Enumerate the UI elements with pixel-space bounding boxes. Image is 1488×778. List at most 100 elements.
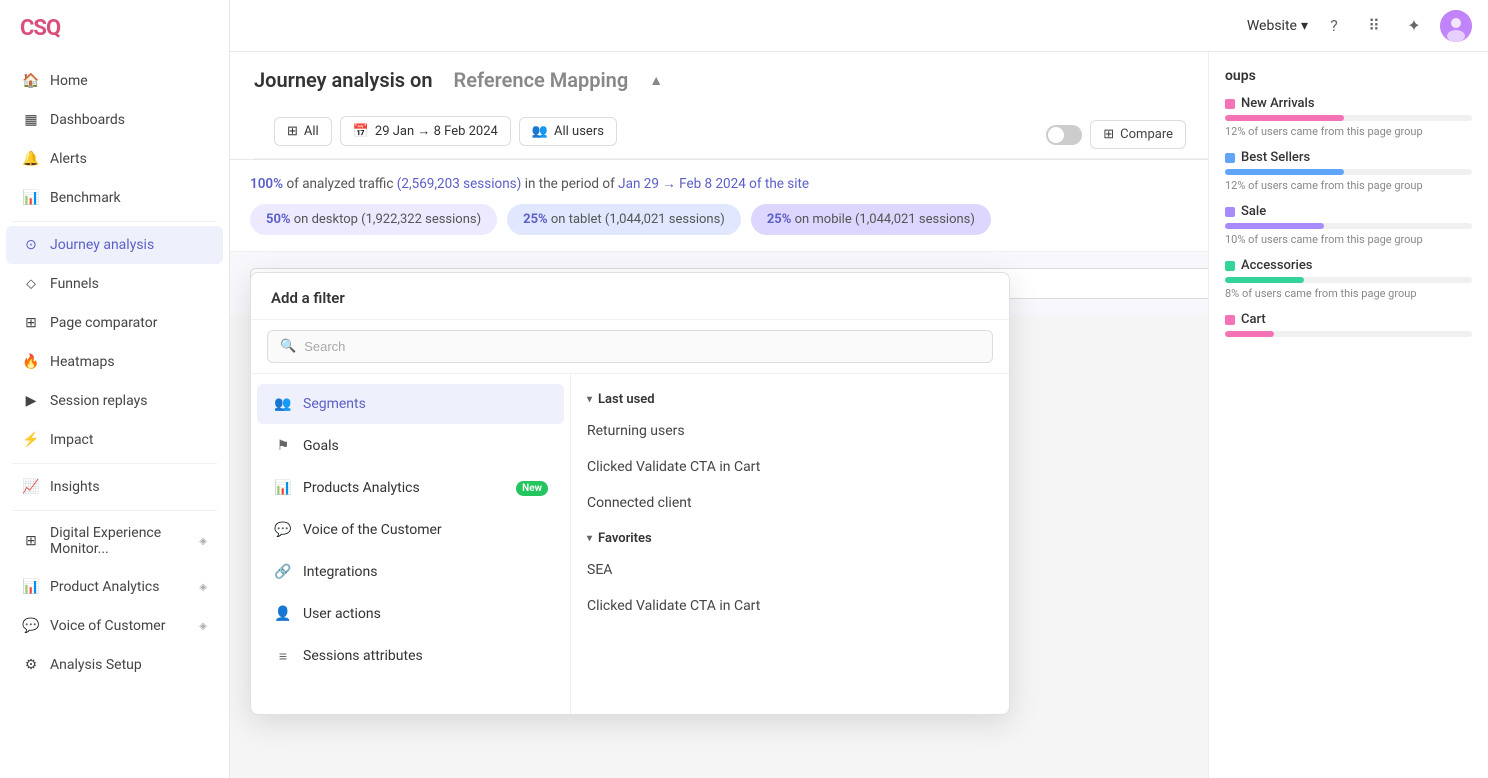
stats-period: in the period of [525,176,615,192]
all-filter-label: All [304,124,319,139]
group-bar-wrap-sale [1225,223,1472,229]
dropdown-options: ▾Last usedReturning usersClicked Validat… [571,374,1009,714]
toggle-dot [1048,127,1064,143]
search-icon: 🔍 [280,339,296,354]
nav-label-heatmaps: Heatmaps [50,354,207,370]
nav-icon-journey-analysis: ⊙ [22,236,40,254]
sidebar-item-dashboards[interactable]: ▦ Dashboards [6,101,223,139]
page-title-text: Journey analysis on [254,68,433,92]
section-chevron-last-used: ▾ [587,394,592,405]
date-filter-label: 29 Jan → 8 Feb 2024 [375,123,498,139]
date-filter-chip[interactable]: 📅 29 Jan → 8 Feb 2024 [340,116,511,146]
sidebar-item-funnels[interactable]: ⬦ Funnels [6,265,223,303]
nav-icon-digital-experience: ⊞ [22,532,40,550]
nav-label-digital-experience: Digital Experience Monitor... [50,525,189,557]
nav-label-insights: Insights [50,479,207,495]
sidebar-item-analysis-setup[interactable]: ⚙ Analysis Setup [6,646,223,684]
device-label-mobile: on mobile (1,044,021 sessions) [795,212,975,227]
users-filter-label: All users [554,124,604,139]
right-panel: oups New Arrivals 12% of users came from… [1208,52,1488,778]
nav-badge-digital-experience: ◈ [199,536,207,547]
sidebar-item-heatmaps[interactable]: 🔥 Heatmaps [6,343,223,381]
page-group-name-cart: Cart [1225,312,1472,327]
sidebar-item-impact[interactable]: ⚡ Impact [6,421,223,459]
group-bar-wrap-best-sellers [1225,169,1472,175]
users-icon: 👥 [532,124,548,139]
sidebar-item-product-analytics[interactable]: 📊 Product Analytics ◈ [6,568,223,606]
filter-option-last-used-1[interactable]: Clicked Validate CTA in Cart [571,449,1009,485]
sidebar-item-insights[interactable]: 📈 Insights [6,468,223,506]
cat-badge-products-analytics: New [516,481,548,496]
cat-label-voice-customer: Voice of the Customer [303,522,548,538]
sidebar-item-session-replays[interactable]: ▶ Session replays [6,382,223,420]
cat-label-integrations: Integrations [303,564,548,580]
filter-category-segments[interactable]: 👥 Segments [257,384,564,424]
filter-category-integrations[interactable]: 🔗 Integrations [257,552,564,592]
filter-option-favorites-1[interactable]: Clicked Validate CTA in Cart [571,588,1009,624]
filter-category-goals[interactable]: ⚑ Goals [257,426,564,466]
filter-category-user-actions[interactable]: 👤 User actions [257,594,564,634]
sidebar-item-digital-experience[interactable]: ⊞ Digital Experience Monitor... ◈ [6,515,223,567]
section-header-last-used[interactable]: ▾Last used [571,382,1009,413]
nav-icon-benchmark: 📊 [22,189,40,207]
search-input-wrap: 🔍 [267,330,993,363]
group-color-best-sellers [1225,153,1235,163]
cat-icon-segments: 👥 [273,394,293,414]
cat-icon-sessions-attributes: ≡ [273,646,293,666]
group-color-new-arrivals [1225,99,1235,109]
cat-label-products-analytics: Products Analytics [303,480,506,496]
all-filter-icon: ⊞ [287,124,298,139]
nav-label-page-comparator: Page comparator [50,315,207,331]
filter-option-favorites-0[interactable]: SEA [571,552,1009,588]
nav-icon-home: 🏠 [22,72,40,90]
nav-icon-voice-of-customer: 💬 [22,617,40,635]
nav-icon-product-analytics: 📊 [22,578,40,596]
traffic-pct: 100% [250,176,283,192]
sidebar-item-benchmark[interactable]: 📊 Benchmark [6,179,223,217]
group-bar-wrap-accessories [1225,277,1472,283]
section-header-favorites[interactable]: ▾Favorites [571,521,1009,552]
nav-label-analysis-setup: Analysis Setup [50,657,207,673]
filter-category-voice-customer[interactable]: 💬 Voice of the Customer [257,510,564,550]
dropdown-categories: 👥 Segments ⚑ Goals 📊 Products Analytics … [251,374,571,714]
filter-option-last-used-0[interactable]: Returning users [571,413,1009,449]
search-input[interactable] [304,339,980,354]
cat-icon-products-analytics: 📊 [273,478,293,498]
nav-icon-dashboards: ▦ [22,111,40,129]
compare-button[interactable]: ⊞ Compare [1090,120,1186,149]
compare-label: Compare [1120,127,1173,142]
sidebar-item-alerts[interactable]: 🔔 Alerts [6,140,223,178]
nav-icon-alerts: 🔔 [22,150,40,168]
users-filter-chip[interactable]: 👥 All users [519,117,617,146]
sidebar-item-home[interactable]: 🏠 Home [6,62,223,100]
filter-dropdown: Add a filter 🔍 👥 Segments ⚑ Goals 📊 Prod… [250,272,1010,715]
nav-label-session-replays: Session replays [50,393,207,409]
stats-desc: of analyzed traffic [286,176,393,192]
group-sub-best-sellers: 12% of users came from this page group [1225,179,1472,192]
page-title-arrow: ▲ [649,72,663,89]
cat-icon-voice-customer: 💬 [273,520,293,540]
filter-category-products-analytics[interactable]: 📊 Products Analytics New [257,468,564,508]
cat-label-segments: Segments [303,396,548,412]
logo: CSQ [20,16,60,41]
filter-option-last-used-2[interactable]: Connected client [571,485,1009,521]
nav-label-alerts: Alerts [50,151,207,167]
all-filter-chip[interactable]: ⊞ All [274,117,332,146]
dropdown-title: Add a filter [251,273,1009,320]
page-group-name-accessories: Accessories [1225,258,1472,273]
compare-toggle[interactable] [1046,125,1082,145]
compare-icon: ⊞ [1103,127,1114,142]
nav-sep-impact [12,463,217,464]
group-color-sale [1225,207,1235,217]
group-sub-accessories: 8% of users came from this page group [1225,287,1472,300]
nav-sep-benchmark [12,221,217,222]
group-sub-new-arrivals: 12% of users came from this page group [1225,125,1472,138]
sidebar-item-page-comparator[interactable]: ⊞ Page comparator [6,304,223,342]
sidebar: CSQ 🏠 Home ▦ Dashboards 🔔 Alerts 📊 Bench… [0,0,230,778]
filter-category-sessions-attributes[interactable]: ≡ Sessions attributes [257,636,564,676]
device-label-desktop: on desktop (1,922,322 sessions) [294,212,481,227]
sidebar-item-voice-of-customer[interactable]: 💬 Voice of Customer ◈ [6,607,223,645]
sidebar-nav: 🏠 Home ▦ Dashboards 🔔 Alerts 📊 Benchmark… [0,57,229,778]
sidebar-item-journey-analysis[interactable]: ⊙ Journey analysis [6,226,223,264]
section-chevron-favorites: ▾ [587,533,592,544]
